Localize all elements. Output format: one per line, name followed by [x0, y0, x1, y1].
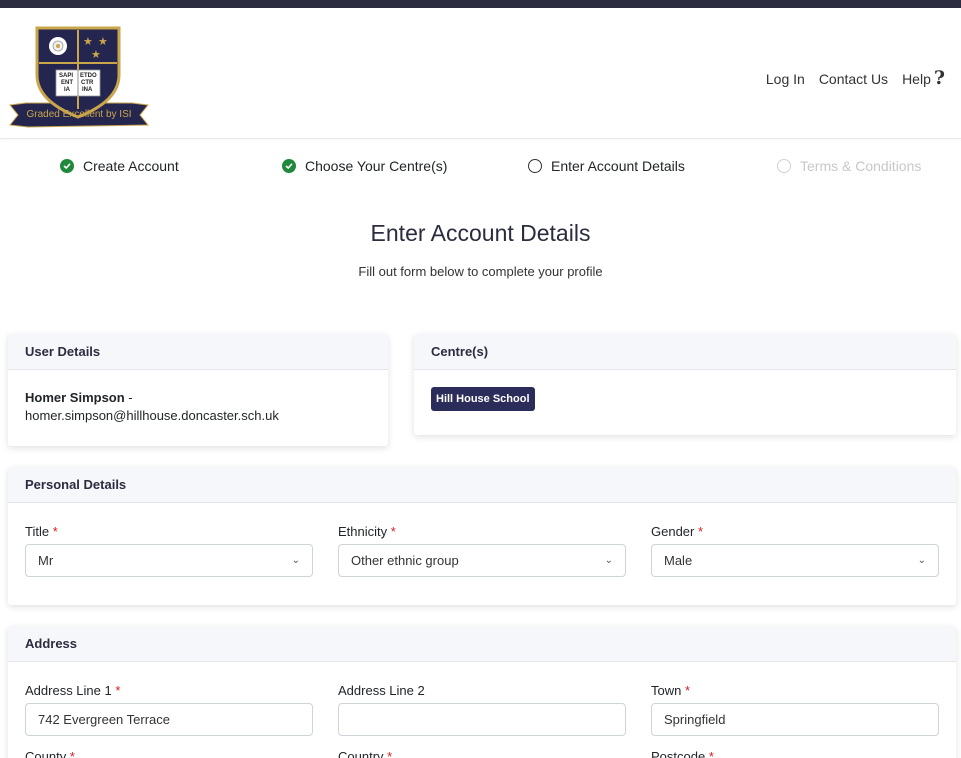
step-enter-account-details: Enter Account Details [528, 158, 685, 174]
chevron-down-icon: ⌄ [917, 555, 926, 566]
page-title: Enter Account Details [370, 220, 591, 246]
user-email: homer.simpson@hillhouse.doncaster.sch.uk [25, 408, 279, 423]
town-input[interactable]: Springfield [651, 703, 939, 736]
step-label: Enter Account Details [551, 158, 685, 174]
personal-details-card: Personal Details Title * Mr ⌄ Ethnicity … [8, 467, 956, 605]
address-line1-label: Address Line 1 * [25, 683, 313, 698]
gender-select[interactable]: Male ⌄ [651, 544, 939, 577]
county-label: County * [25, 749, 75, 758]
title-select[interactable]: Mr ⌄ [25, 544, 313, 577]
ethnicity-label: Ethnicity * [338, 524, 626, 539]
login-link[interactable]: Log In [766, 71, 805, 87]
step-terms-conditions: Terms & Conditions [777, 158, 921, 174]
address-line1-input[interactable]: 742 Evergreen Terrace [25, 703, 313, 736]
logo-motto-6: INA [82, 87, 93, 93]
town-label: Town * [651, 683, 939, 698]
centres-heading: Centre(s) [414, 334, 956, 370]
step-label: Terms & Conditions [800, 158, 922, 174]
address-line1-label-text: Address Line 1 [25, 683, 112, 698]
logo-motto-4: ETDO [80, 73, 97, 79]
address-line2-label: Address Line 2 [338, 683, 425, 698]
ethnicity-select-value: Other ethnic group [351, 553, 459, 568]
progress-steps: Create Account Choose Your Centre(s) Ent… [0, 158, 961, 182]
address-line1-value: 742 Evergreen Terrace [38, 712, 171, 727]
step-create-account: Create Account [60, 158, 179, 174]
address-line1-field: Address Line 1 * 742 Evergreen Terrace [25, 683, 313, 736]
logo-motto-1: SAPI [59, 73, 74, 79]
title-field: Title * Mr ⌄ [25, 524, 313, 577]
address-line2-input[interactable] [338, 703, 626, 736]
gender-label-text: Gender [651, 524, 695, 539]
contact-us-link[interactable]: Contact Us [819, 71, 888, 87]
county-field: County * [25, 749, 75, 758]
user-details-card: User Details Homer Simpson - homer.simps… [8, 334, 388, 446]
required-mark: * [69, 749, 75, 758]
ethnicity-select[interactable]: Other ethnic group ⌄ [338, 544, 626, 577]
help-label: Help [902, 71, 931, 87]
site-header: ★ ★ ★ SAPI ENT IA ETDO CTR INA Graded Ex… [0, 8, 961, 139]
country-field: Country * [338, 749, 392, 758]
help-link[interactable]: Help ? [902, 67, 945, 90]
step-label: Choose Your Centre(s) [305, 158, 448, 174]
required-mark: * [708, 749, 714, 758]
required-mark: * [387, 749, 393, 758]
centre-badge: Hill House School [431, 387, 535, 411]
postcode-field: Postcode * [651, 749, 714, 758]
user-separator: - [124, 390, 133, 405]
gender-field: Gender * Male ⌄ [651, 524, 939, 577]
svg-text:★: ★ [91, 48, 101, 61]
check-circle-icon [60, 159, 74, 173]
ethnicity-label-text: Ethnicity [338, 524, 388, 539]
country-label-text: Country [338, 749, 384, 758]
title-label: Title * [25, 524, 313, 539]
svg-text:★: ★ [98, 35, 108, 48]
address-line2-field: Address Line 2 [338, 683, 626, 736]
town-field: Town * Springfield [651, 683, 939, 736]
title-label-text: Title [25, 524, 50, 539]
personal-details-heading: Personal Details [8, 467, 956, 503]
circle-icon [777, 159, 791, 173]
required-mark: * [698, 524, 704, 539]
page-subtitle: Fill out form below to complete your pro… [358, 264, 603, 279]
top-accent-bar [0, 0, 961, 8]
chevron-down-icon: ⌄ [604, 555, 613, 566]
country-label: Country * [338, 749, 392, 758]
required-mark: * [390, 524, 396, 539]
check-circle-icon [282, 159, 296, 173]
chevron-down-icon: ⌄ [291, 555, 300, 566]
postcode-label-text: Postcode [651, 749, 706, 758]
title-select-value: Mr [38, 553, 54, 568]
school-logo[interactable]: ★ ★ ★ SAPI ENT IA ETDO CTR INA Graded Ex… [8, 25, 150, 131]
centres-card: Centre(s) Hill House School [414, 334, 956, 435]
user-details-body: Homer Simpson - homer.simpson@hillhouse.… [8, 370, 388, 425]
user-details-heading: User Details [8, 334, 388, 370]
step-choose-centres: Choose Your Centre(s) [282, 158, 447, 174]
step-label: Create Account [83, 158, 179, 174]
required-mark: * [115, 683, 121, 698]
address-card: Address Address Line 1 * 742 Evergreen T… [8, 626, 956, 758]
svg-text:★: ★ [83, 35, 93, 48]
logo-ribbon-text: Graded Excellent by ISI [26, 109, 132, 120]
postcode-label: Postcode * [651, 749, 714, 758]
logo-motto-5: CTR [81, 80, 94, 86]
town-label-text: Town [651, 683, 682, 698]
county-label-text: County [25, 749, 67, 758]
header-nav: Log In Contact Us Help ? [766, 67, 945, 90]
address-heading: Address [8, 626, 956, 662]
gender-select-value: Male [664, 553, 693, 568]
required-mark: * [684, 683, 691, 698]
user-name: Homer Simpson [25, 390, 125, 405]
required-mark: * [52, 524, 58, 539]
gender-label: Gender * [651, 524, 939, 539]
centres-body: Hill House School [414, 370, 956, 411]
circle-icon [528, 159, 542, 173]
logo-motto-2: ENT [61, 80, 73, 86]
town-value: Springfield [664, 712, 726, 727]
ethnicity-field: Ethnicity * Other ethnic group ⌄ [338, 524, 626, 577]
logo-motto-3: IA [64, 87, 70, 93]
question-icon: ? [933, 67, 945, 89]
